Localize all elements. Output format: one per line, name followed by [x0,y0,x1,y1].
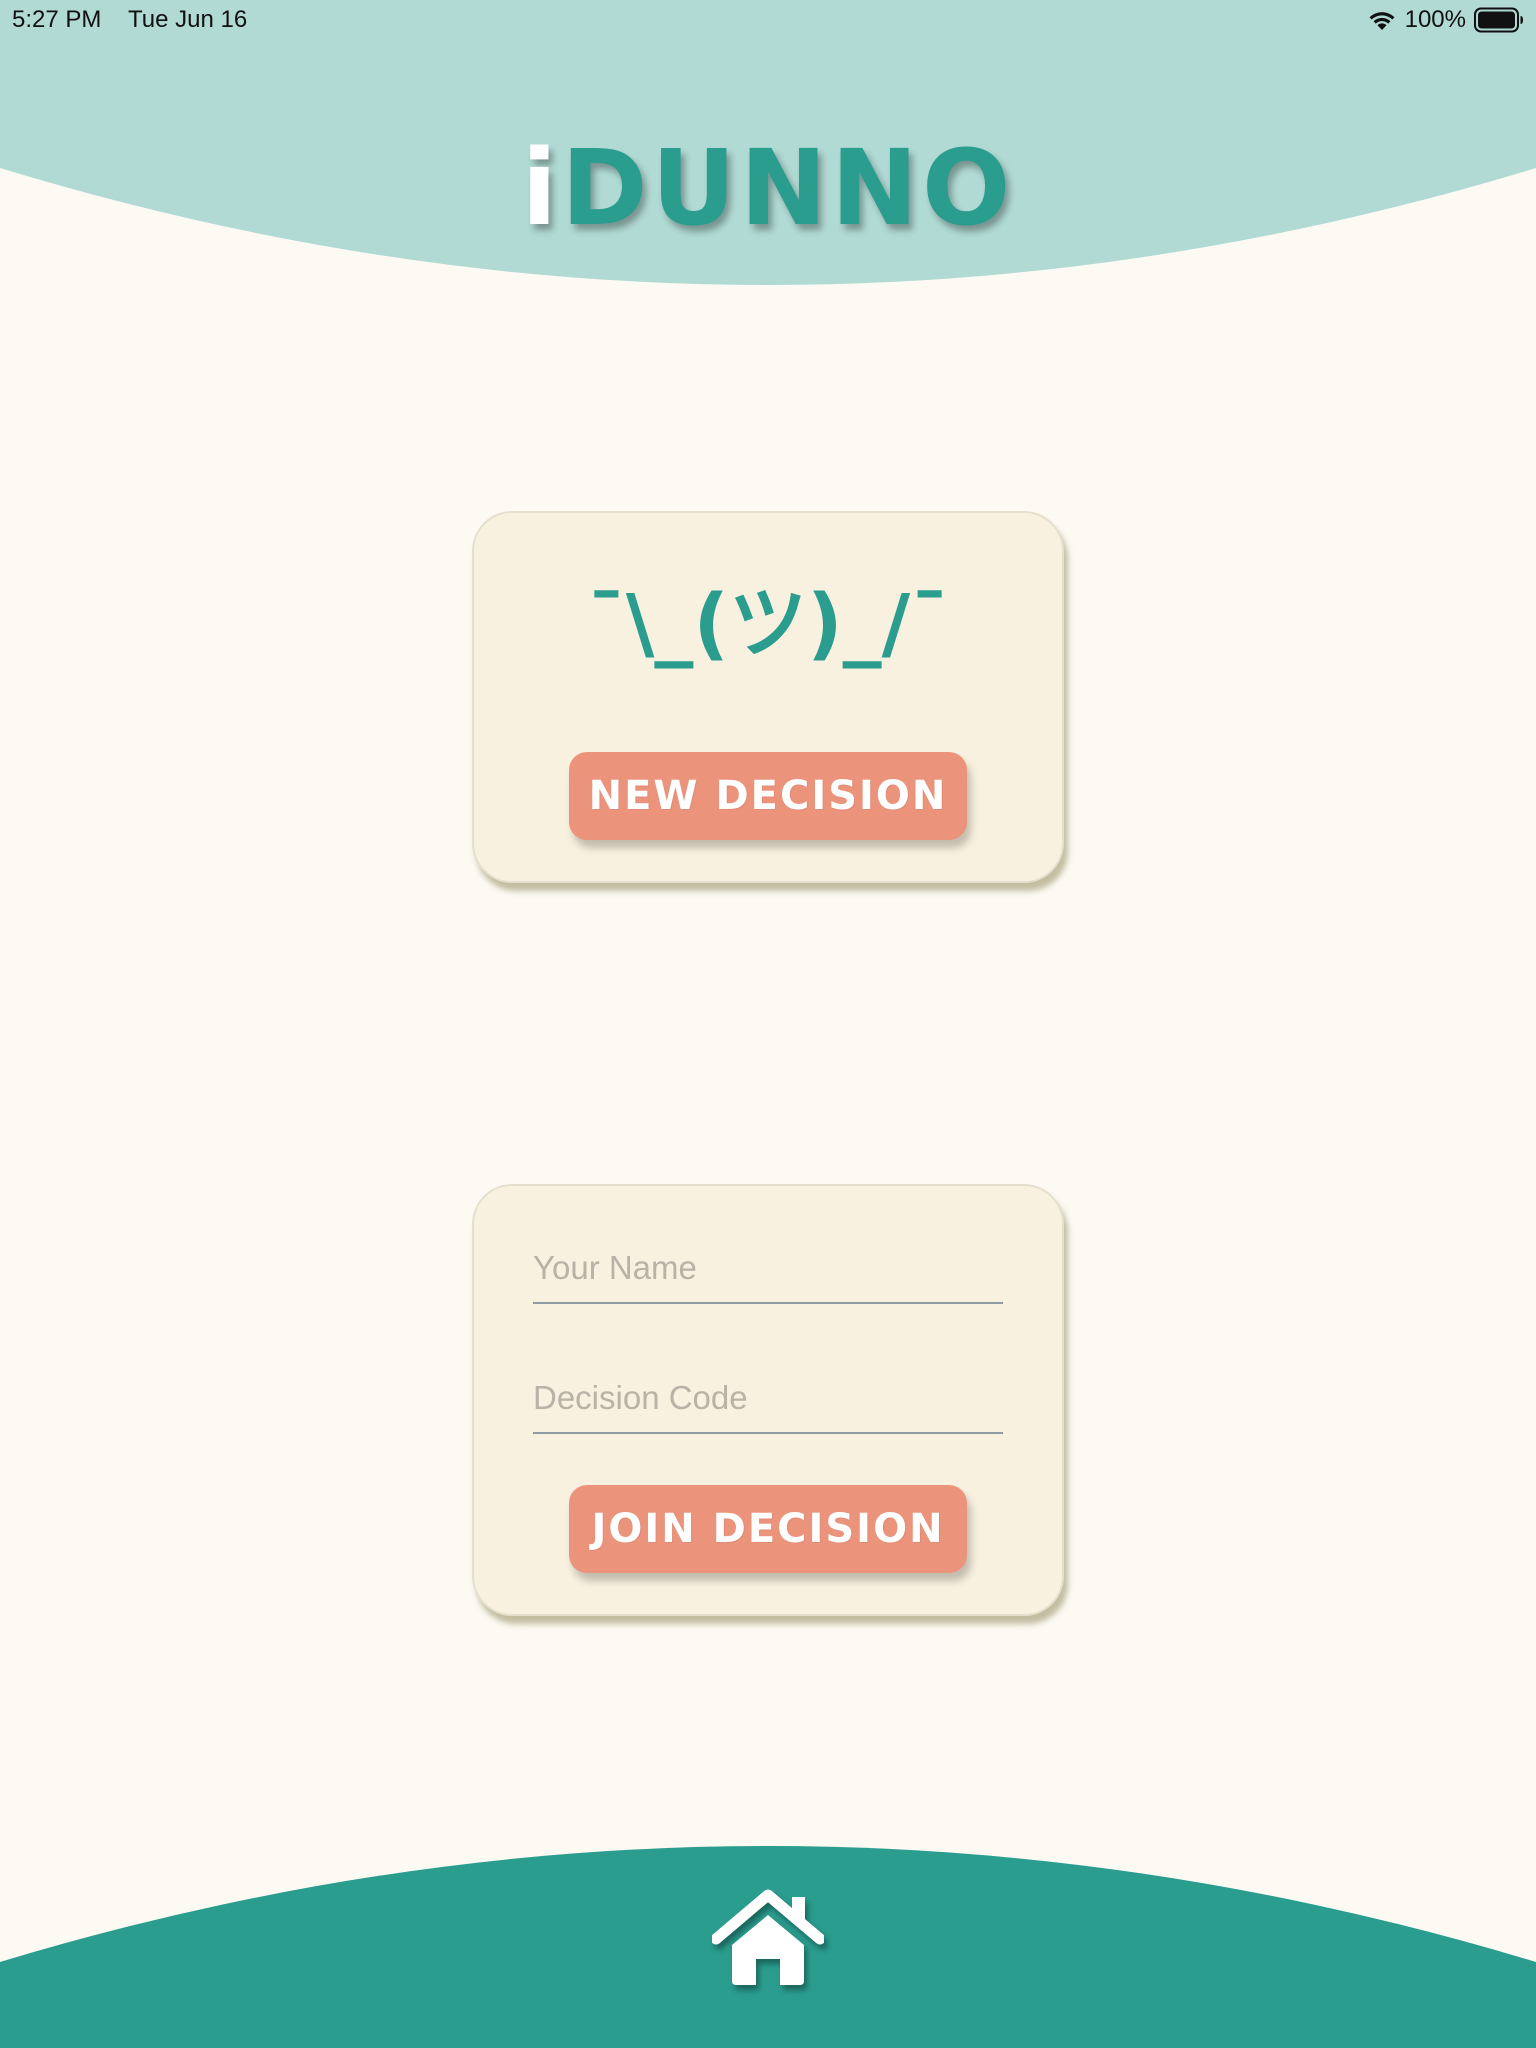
shrug-emoticon: ¯\_(ツ)_/¯ [586,579,950,669]
home-button[interactable] [708,1884,828,1994]
background-shapes [0,0,1536,2048]
battery-percent: 100% [1404,6,1466,33]
name-input[interactable] [533,1234,1003,1302]
status-date: Tue Jun 16 [128,6,248,33]
home-icon [712,1889,824,1985]
battery-icon [1474,7,1523,33]
name-field [533,1234,1003,1304]
wifi-icon [1369,12,1395,30]
decision-code-field [533,1364,1003,1434]
join-decision-card: JOIN DECISION [472,1184,1064,1616]
app-title-prefix: i [521,127,562,249]
new-decision-card: ¯\_(ツ)_/¯ NEW DECISION [472,511,1064,883]
status-indicators: 100% [1367,5,1524,35]
app-title-main: DUNNO [561,127,1015,249]
join-decision-button[interactable]: JOIN DECISION [569,1485,967,1573]
app-title: iDUNNO [0,118,1536,258]
new-decision-button[interactable]: NEW DECISION [569,752,967,840]
status-bar: 5:27 PM Tue Jun 16 100% [0,0,1536,40]
status-time: 5:27 PM [12,6,102,33]
decision-code-input[interactable] [533,1364,1003,1432]
